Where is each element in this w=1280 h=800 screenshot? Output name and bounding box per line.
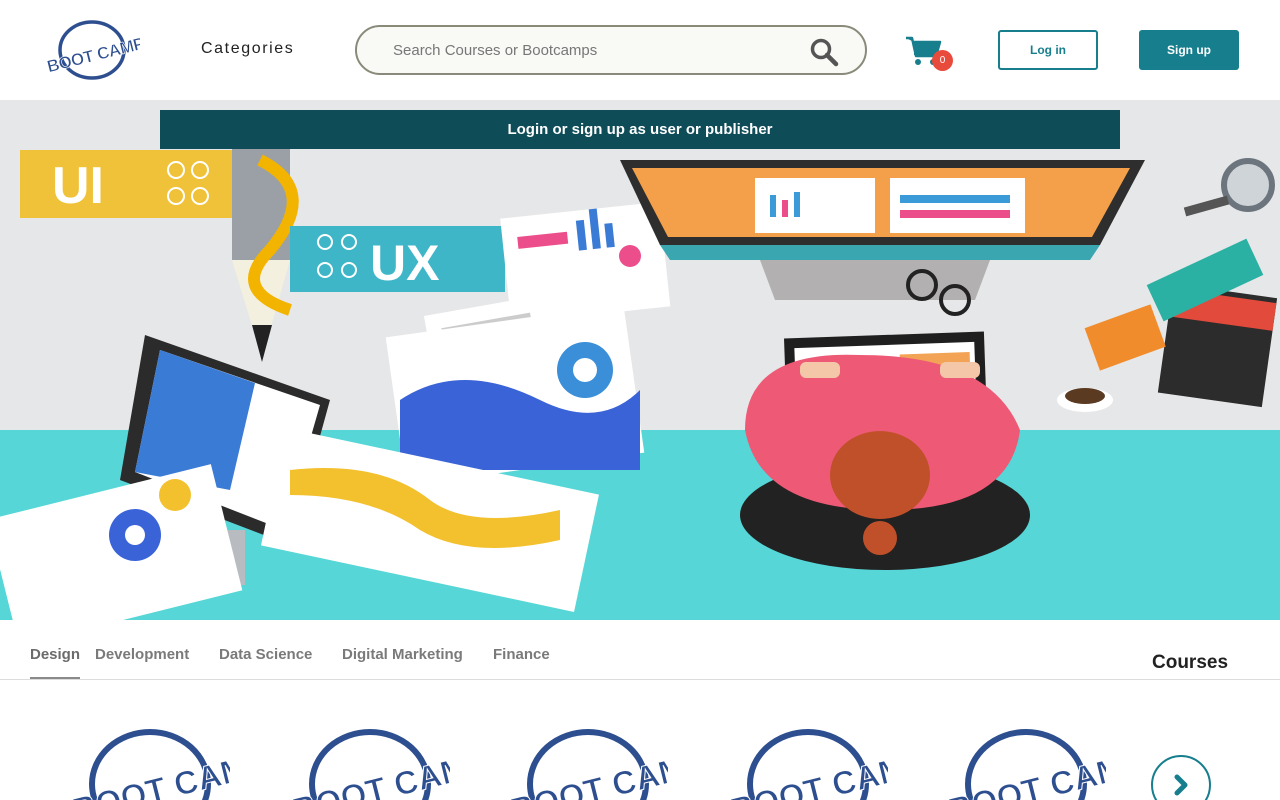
tab-finance[interactable]: Finance <box>493 646 550 663</box>
cart-count-badge: 0 <box>932 50 953 71</box>
ui-label: UI <box>52 157 104 215</box>
tab-development[interactable]: Development <box>95 646 189 663</box>
course-card-logo[interactable]: BOOT CAMP <box>936 714 1106 800</box>
login-button[interactable]: Log in <box>998 30 1098 70</box>
site-header: BOOT CAMP Categories 0 Log in Sign up <box>0 0 1280 100</box>
ux-label: UX <box>370 235 439 291</box>
carousel-next-button[interactable] <box>1151 755 1211 800</box>
course-carousel: BOOT CAMP BOOT CAMP BOOT CAMP BOOT CAMP … <box>0 700 1280 800</box>
search-input[interactable] <box>393 39 793 61</box>
login-signup-banner[interactable]: Login or sign up as user or publisher <box>160 110 1120 149</box>
course-card-logo[interactable]: BOOT CAMP <box>718 714 888 800</box>
courses-heading: Courses <box>1152 652 1229 673</box>
active-tab-indicator <box>30 677 80 679</box>
logo-text: BOOT CAMP <box>45 34 140 77</box>
tab-design[interactable]: Design <box>30 646 80 663</box>
course-card-logo[interactable]: BOOT CAMP <box>498 714 668 800</box>
search-bar <box>355 25 867 75</box>
chevron-right-icon <box>1174 774 1188 796</box>
search-icon[interactable] <box>809 37 839 67</box>
signup-button[interactable]: Sign up <box>1139 30 1239 70</box>
tab-digital-marketing[interactable]: Digital Marketing <box>342 646 463 663</box>
hero-illustration: UI UX <box>0 100 1280 620</box>
tab-data-science[interactable]: Data Science <box>219 646 312 663</box>
category-tabs: Design Development Data Science Digital … <box>0 620 1280 680</box>
hero-banner: Login or sign up as user or publisher UI… <box>0 100 1280 620</box>
boot-camp-logo[interactable]: BOOT CAMP <box>40 16 140 84</box>
course-card-logo[interactable]: BOOT CAMP <box>280 714 450 800</box>
course-card-logo[interactable]: BOOT CAMP <box>60 714 230 800</box>
categories-menu[interactable]: Categories <box>201 40 294 58</box>
